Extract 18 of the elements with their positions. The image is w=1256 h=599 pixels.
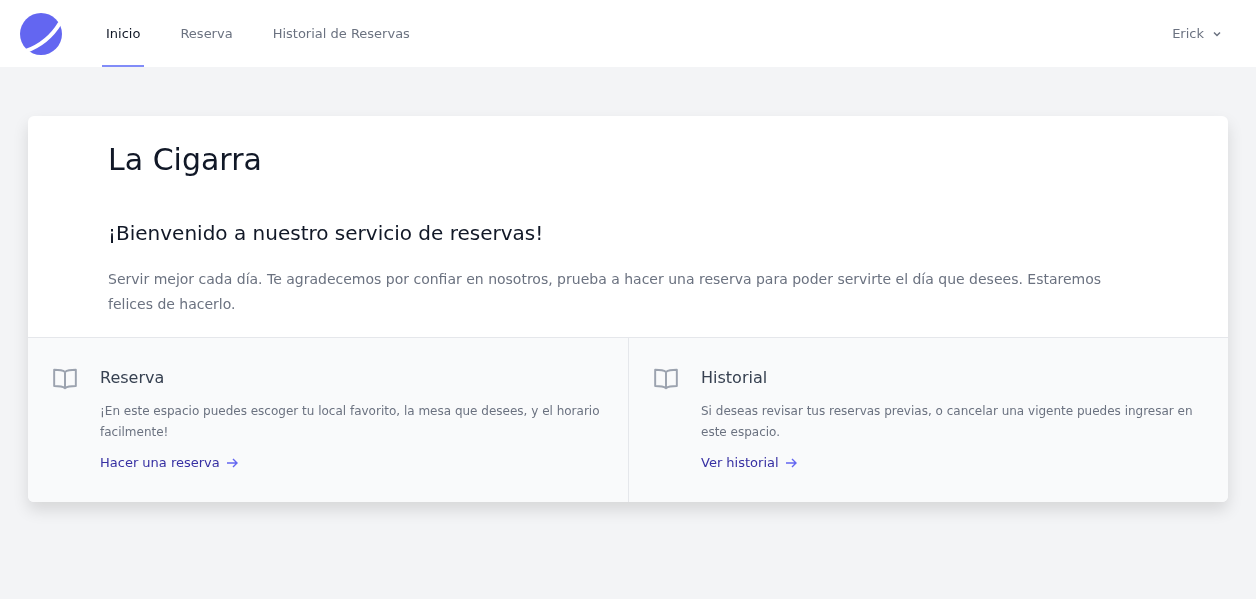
book-icon xyxy=(52,368,78,390)
book-icon xyxy=(653,368,679,390)
logo-icon[interactable] xyxy=(20,12,62,55)
section-title: Historial xyxy=(701,368,769,387)
section-text: Si deseas revisar tus reservas previas, o cancelar una vigente puedes ingresar en este espacio. xyxy=(701,403,1194,441)
user-menu[interactable]: Erick xyxy=(1166,0,1228,67)
page-title: La Cigarra xyxy=(108,142,263,177)
nav-tab[interactable]: Inicio xyxy=(102,0,145,67)
nav-tab[interactable]: Reserva xyxy=(176,0,237,67)
welcome-text: Servir mejor cada día. Te agradecemos por confiar en nosotros, prueba a hacer una reserva para poder servirte el día que desees. Estaremos felices de hacerlo. xyxy=(108,270,1103,314)
arrow-right-icon xyxy=(225,456,239,469)
arrow-right-icon xyxy=(784,456,798,469)
nav-tab[interactable]: Historial de Reservas xyxy=(268,0,414,67)
section-link[interactable]: Ver historial xyxy=(701,455,798,470)
section-title: Reserva xyxy=(100,368,166,387)
section-link[interactable]: Hacer una reserva xyxy=(100,455,239,470)
welcome-heading: ¡Bienvenido a nuestro servicio de reservas! xyxy=(108,221,545,245)
section-text: ¡En este espacio puedes escoger tu local favorito, la mesa que desees, y el horario facilmente! xyxy=(100,403,601,441)
